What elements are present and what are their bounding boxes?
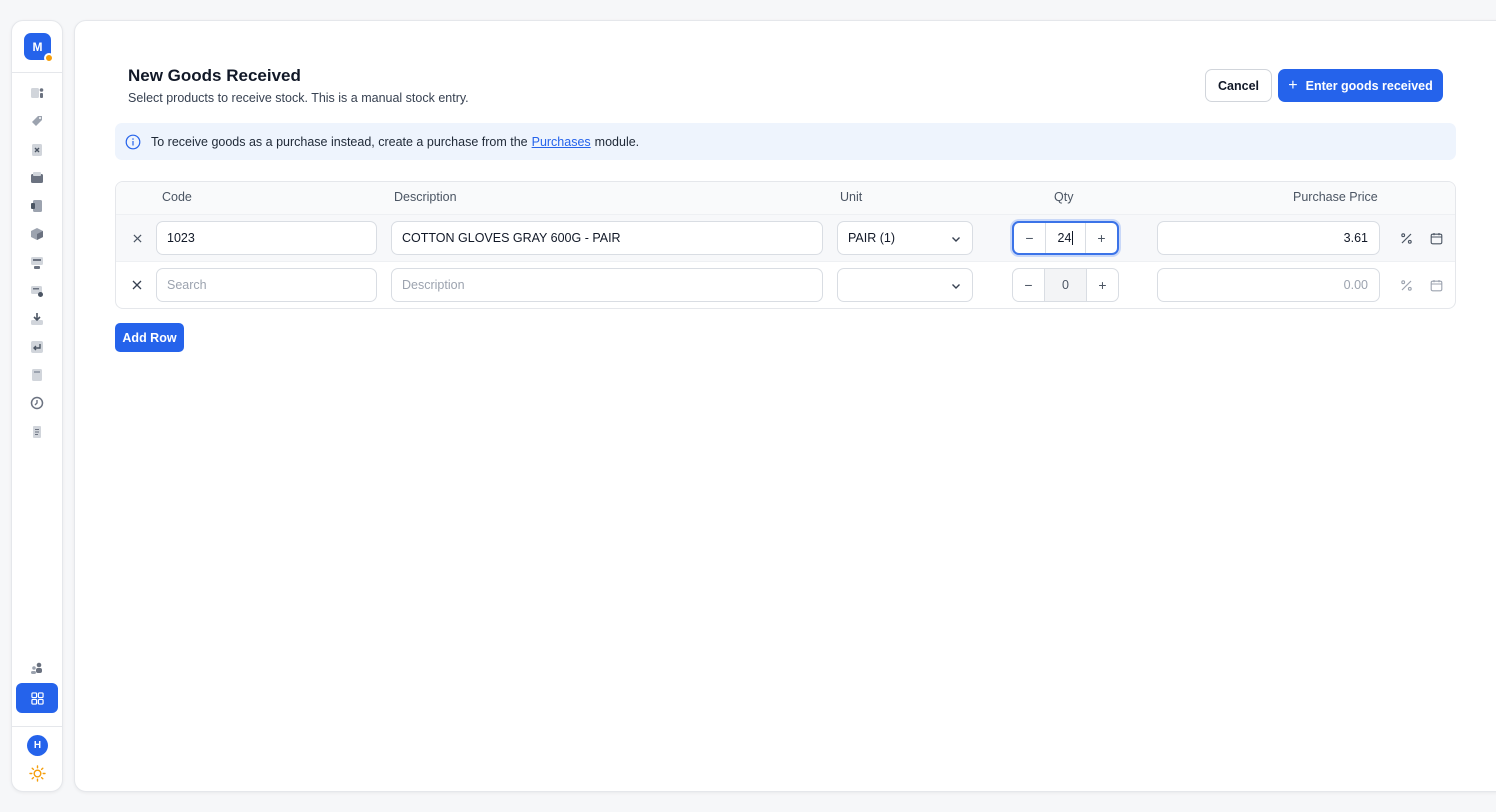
plus-icon: + [1097, 230, 1106, 246]
qty-increment-button[interactable]: + [1087, 269, 1118, 301]
info-banner-text-end: module. [594, 134, 640, 149]
qty-increment-button[interactable]: + [1086, 223, 1117, 253]
description-placeholder: Description [402, 278, 465, 292]
tag-icon[interactable] [30, 114, 44, 128]
purchase-price-input[interactable]: 0.00 [1157, 268, 1380, 302]
page-subtitle: Select products to receive stock. This i… [128, 91, 469, 105]
qty-decrement-button[interactable]: − [1014, 223, 1045, 253]
enter-goods-received-label: Enter goods received [1305, 78, 1433, 93]
remove-row-button[interactable] [130, 231, 144, 245]
info-banner: To receive goods as a purchase instead, … [115, 123, 1456, 160]
status-dot [44, 53, 54, 63]
box-icon[interactable] [30, 227, 44, 241]
user-avatar[interactable]: H [27, 735, 48, 756]
sidebar: M H [11, 20, 63, 792]
page-title: New Goods Received [128, 66, 301, 85]
column-header-qty: Qty [1054, 190, 1074, 204]
description-value: COTTON GLOVES GRAY 600G - PAIR [402, 231, 621, 245]
info-icon [125, 134, 141, 149]
minus-icon: − [1025, 230, 1034, 246]
goods-table: Code Description Unit Qty Purchase Price… [115, 181, 1456, 309]
calendar-icon[interactable] [1429, 231, 1443, 245]
qty-input[interactable]: 24 [1045, 223, 1086, 253]
table-row: Search Description − 0 + 0.00 [116, 262, 1455, 308]
inbox-icon[interactable] [30, 171, 44, 185]
calculator-icon[interactable] [30, 368, 44, 382]
purchase-price-placeholder: 0.00 [1343, 278, 1368, 292]
sidebar-divider [12, 72, 62, 73]
cancel-button[interactable]: Cancel [1205, 69, 1272, 102]
code-value: 1023 [167, 231, 195, 245]
register-icon[interactable] [30, 256, 44, 270]
ticket-icon[interactable] [30, 284, 44, 298]
minus-icon: − [1024, 277, 1033, 293]
dashboard-icon[interactable] [30, 86, 44, 100]
unit-select[interactable]: PAIR (1) [837, 221, 973, 255]
close-icon [132, 233, 142, 243]
qty-decrement-button[interactable]: − [1013, 269, 1044, 301]
download-icon[interactable] [30, 312, 44, 326]
description-input[interactable]: Description [391, 268, 823, 302]
percent-icon[interactable] [1399, 278, 1413, 292]
table-header: Code Description Unit Qty Purchase Price [116, 182, 1455, 215]
close-icon [132, 280, 142, 290]
unit-value: PAIR (1) [848, 231, 895, 245]
column-header-description: Description [394, 190, 457, 204]
receipt-icon[interactable] [30, 199, 44, 213]
user-initial: H [33, 740, 42, 751]
percent-icon[interactable] [1399, 231, 1413, 245]
info-banner-text: To receive goods as a purchase instead, … [151, 134, 528, 149]
purchases-link[interactable]: Purchases [532, 135, 591, 149]
enter-goods-received-button[interactable]: + Enter goods received [1278, 69, 1443, 102]
qty-stepper[interactable]: − 24 + [1012, 221, 1119, 255]
main-panel: New Goods Received Select products to re… [74, 20, 1496, 792]
table-row: 1023 COTTON GLOVES GRAY 600G - PAIR PAIR… [116, 215, 1455, 262]
purchase-price-input[interactable]: 3.61 [1157, 221, 1380, 255]
workspace-logo[interactable]: M [24, 33, 54, 63]
calendar-icon[interactable] [1429, 278, 1443, 292]
workspace-logo-letter: M [32, 39, 43, 54]
column-header-unit: Unit [840, 190, 863, 204]
apps-grid-button[interactable] [16, 683, 58, 713]
add-row-button[interactable]: Add Row [115, 323, 184, 352]
description-input[interactable]: COTTON GLOVES GRAY 600G - PAIR [391, 221, 823, 255]
code-input[interactable]: 1023 [156, 221, 377, 255]
sidebar-divider [12, 726, 62, 727]
users-icon[interactable] [30, 661, 44, 675]
report-icon[interactable] [30, 425, 44, 439]
unit-select[interactable] [837, 268, 973, 302]
text-caret [1072, 231, 1074, 245]
clock-icon[interactable] [30, 396, 44, 410]
plus-icon: + [1288, 76, 1298, 94]
chevron-down-icon [952, 237, 960, 242]
remove-row-button[interactable] [130, 278, 144, 292]
column-header-purchase-price: Purchase Price [1293, 190, 1378, 204]
qty-stepper[interactable]: − 0 + [1012, 268, 1119, 302]
document-x-icon[interactable] [30, 143, 44, 157]
code-placeholder: Search [167, 278, 207, 292]
sun-icon[interactable] [29, 765, 46, 782]
qty-value: 0 [1062, 278, 1069, 292]
purchase-price-value: 3.61 [1343, 231, 1368, 245]
plus-icon: + [1098, 277, 1107, 293]
grid-icon [30, 691, 44, 705]
qty-value: 24 [1057, 231, 1072, 245]
column-header-code: Code [162, 190, 192, 204]
chevron-down-icon [952, 284, 960, 289]
qty-input[interactable]: 0 [1044, 269, 1087, 301]
code-search-input[interactable]: Search [156, 268, 377, 302]
return-icon[interactable] [30, 340, 44, 354]
